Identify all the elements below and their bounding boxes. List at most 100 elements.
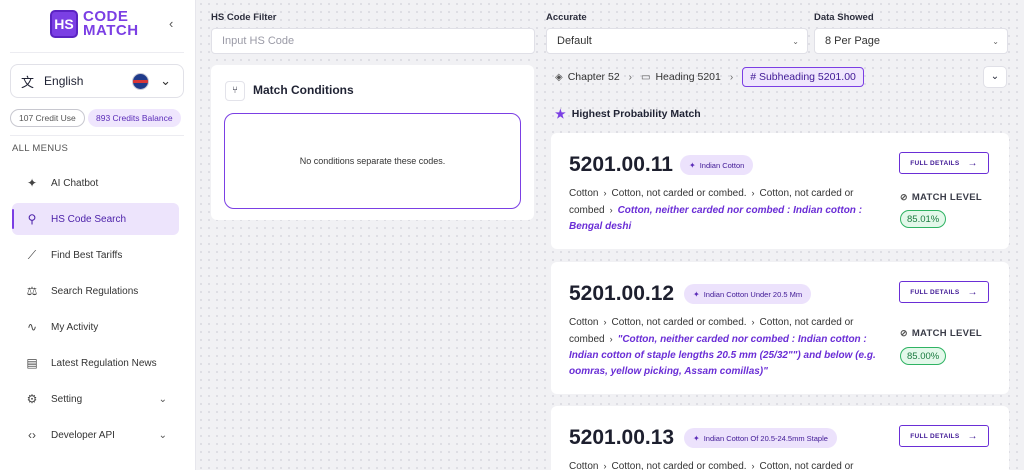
folder-icon: ▭ <box>641 71 651 83</box>
classification-path: Cotton › Cotton, not carded or combed. › Cot… <box>569 314 889 380</box>
match-percent-badge: 85.00% <box>900 347 947 365</box>
match-conditions-title: Match Conditions <box>253 83 354 97</box>
accurate-label: Accurate <box>546 12 587 23</box>
star-icon: ★ <box>555 107 566 121</box>
flag-icon <box>132 73 149 90</box>
divider <box>10 52 184 53</box>
brand-logo[interactable]: HS CODE MATCH <box>50 9 139 39</box>
hs-code: 5201.00.11 <box>569 153 673 176</box>
chevron-right-icon: › <box>603 461 607 470</box>
per-page-value: 8 Per Page <box>825 35 881 47</box>
full-details-button[interactable]: FULL DETAILS → <box>899 281 989 303</box>
result-tag-label: Indian Cotton Of 20.5-24.5mm Staple <box>703 433 828 443</box>
sidebar-item-hs-code-search[interactable]: ⚲ HS Code Search <box>12 203 179 235</box>
chevron-right-icon: › <box>603 188 607 198</box>
result-card: 5201.00.11 ✦ Indian Cotton Cotton › Cotton… <box>551 133 1009 249</box>
divider <box>10 135 184 136</box>
hs-code-input[interactable]: Input HS Code <box>211 28 535 54</box>
gear-icon: ⚙ <box>26 392 38 406</box>
result-tag: ✦ Indian Cotton <box>680 155 754 175</box>
chevron-down-icon: ⌄ <box>158 393 167 405</box>
branch-icon: ⑂ <box>225 81 245 101</box>
sidebar-item-label: My Activity <box>51 321 99 333</box>
chevron-right-icon: › <box>751 188 755 198</box>
result-card: 5201.00.13 ✦ Indian Cotton Of 20.5-24.5m… <box>551 406 1009 470</box>
activity-icon: ∿ <box>26 320 38 334</box>
check-circle-icon: ⊘ <box>900 328 908 338</box>
check-circle-icon: ⊘ <box>900 192 908 202</box>
highest-match-label: Highest Probability Match <box>571 108 701 120</box>
conditions-empty-text: No conditions separate these codes. <box>299 156 446 166</box>
language-select[interactable]: 文 English ⌄ <box>10 64 184 98</box>
collapse-sidebar-icon[interactable]: ‹ <box>169 16 173 31</box>
sidebar-item-label: Latest Regulation News <box>51 357 157 369</box>
hs-filter-label: HS Code Filter <box>211 12 277 23</box>
sidebar-item-label: Search Regulations <box>51 285 139 297</box>
sidebar-item-my-activity[interactable]: ∿ My Activity <box>12 311 179 343</box>
expand-button[interactable]: ⌄ <box>983 66 1007 88</box>
sidebar-item-label: Find Best Tariffs <box>51 249 123 261</box>
sidebar-item-ai-chatbot[interactable]: ✦ AI Chatbot <box>12 167 179 199</box>
breadcrumb-label: Heading 5201 <box>655 71 721 83</box>
hs-code: 5201.00.12 <box>569 282 675 305</box>
chevron-right-icon: › <box>729 71 734 83</box>
logo-line2: MATCH <box>83 22 139 39</box>
breadcrumb-label: Chapter 52 <box>567 71 620 83</box>
match-conditions-card: ⑂ Match Conditions No conditions separat… <box>211 65 534 220</box>
match-level-label: ⊘ MATCH LEVEL <box>900 192 982 203</box>
per-page-select[interactable]: 8 Per Page ⌄ <box>814 28 1008 54</box>
credit-used-badge: 107 Credit Use <box>10 109 85 127</box>
breadcrumb-heading[interactable]: ▭ Heading 5201 <box>641 71 721 83</box>
breadcrumb-subheading[interactable]: # Subheading 5201.00 <box>742 67 864 87</box>
sidebar-item-label: AI Chatbot <box>51 177 99 189</box>
arrow-right-icon: → <box>967 286 978 298</box>
sparkle-icon: ✦ <box>26 176 38 190</box>
data-showed-label: Data Showed <box>814 12 874 23</box>
match-percent-badge: 85.01% <box>900 210 947 228</box>
result-tag: ✦ Indian Cotton Under 20.5 Mm <box>684 284 812 304</box>
trend-icon: ⟋ <box>27 247 37 262</box>
sidebar-item-developer-api[interactable]: ‹› Developer API ⌄ <box>12 419 179 451</box>
path-item: Cotton <box>569 188 599 199</box>
sidebar-item-setting[interactable]: ⚙ Setting ⌄ <box>12 383 179 415</box>
path-item: Cotton, not carded or combed. <box>611 461 747 470</box>
highest-match-heading: ★ Highest Probability Match <box>555 107 701 121</box>
chevron-right-icon: › <box>751 317 755 327</box>
result-tag-label: Indian Cotton Under 20.5 Mm <box>703 289 803 299</box>
chevron-right-icon: › <box>609 205 613 215</box>
conditions-box: No conditions separate these codes. <box>224 113 521 209</box>
sidebar-item-search-regulations[interactable]: ⚖ Search Regulations <box>12 275 179 307</box>
full-details-button[interactable]: FULL DETAILS → <box>899 425 989 447</box>
sparkle-icon: ✦ <box>693 433 700 443</box>
chevron-down-icon: ⌄ <box>160 73 171 88</box>
code-icon: ‹› <box>28 428 36 442</box>
sparkle-icon: ✦ <box>693 289 700 299</box>
arrow-right-icon: → <box>967 157 978 169</box>
match-level-text: MATCH LEVEL <box>911 192 982 203</box>
translate-icon: 文 <box>21 74 35 90</box>
news-icon: ▤ <box>26 356 38 370</box>
result-tag: ✦ Indian Cotton Of 20.5-24.5mm Staple <box>684 428 837 448</box>
logo-mark: HS <box>50 10 78 38</box>
chevron-right-icon: › <box>603 317 607 327</box>
sparkle-icon: ✦ <box>689 160 696 170</box>
credit-balance-badge: 893 Credits Balance <box>88 109 181 127</box>
result-card: 5201.00.12 ✦ Indian Cotton Under 20.5 Mm… <box>551 262 1009 394</box>
hs-code: 5201.00.13 <box>569 426 675 449</box>
sidebar-item-label: HS Code Search <box>51 213 127 225</box>
sidebar-item-find-best-tariffs[interactable]: ⟋ Find Best Tariffs <box>12 239 179 271</box>
chevron-down-icon: ⌄ <box>792 36 799 46</box>
accurate-select[interactable]: Default ⌄ <box>546 28 808 54</box>
breadcrumb-chapter[interactable]: ◈ Chapter 52 <box>555 71 620 83</box>
chevron-right-icon: › <box>628 71 632 83</box>
path-detail: "Cotton, neither carded nor combed : Ind… <box>569 334 876 377</box>
logo-text: CODE MATCH <box>83 9 139 39</box>
sidebar-item-latest-regulation-news[interactable]: ▤ Latest Regulation News <box>12 347 179 379</box>
full-details-label: FULL DETAILS <box>910 159 960 167</box>
full-details-label: FULL DETAILS <box>910 288 960 296</box>
match-level-label: ⊘ MATCH LEVEL <box>900 328 982 339</box>
menus-section-label: ALL MENUS <box>12 143 69 154</box>
accurate-value: Default <box>557 35 592 47</box>
search-icon: ⚲ <box>27 212 37 226</box>
full-details-button[interactable]: FULL DETAILS → <box>899 152 989 174</box>
